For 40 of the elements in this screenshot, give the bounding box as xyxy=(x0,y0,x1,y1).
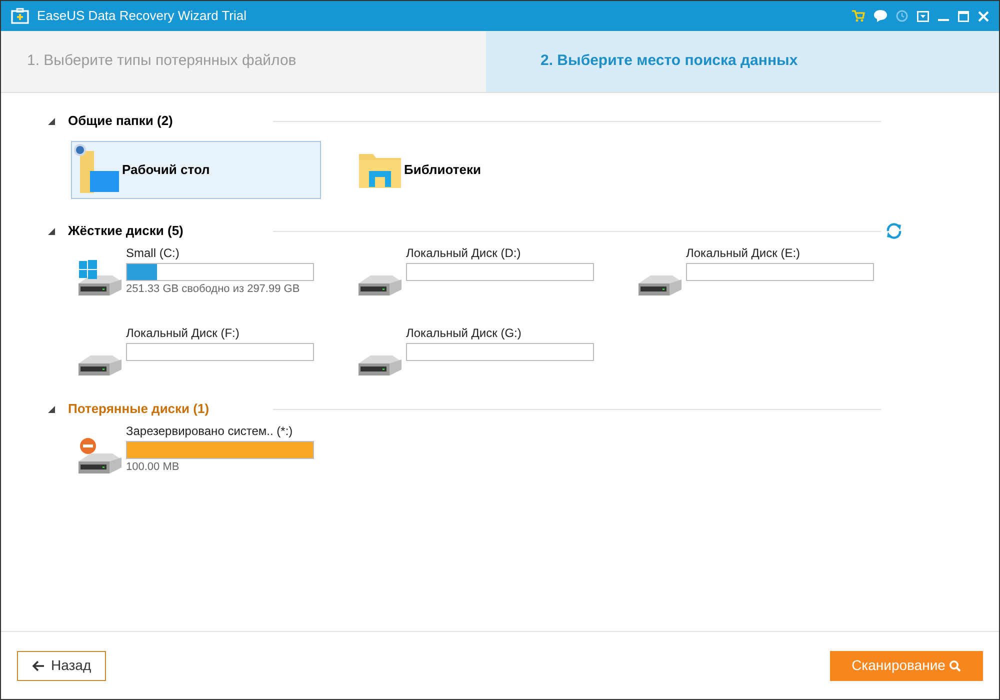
drive-label: Зарезервировано систем.. (*:) xyxy=(126,423,294,439)
medical-kit-icon xyxy=(11,8,29,24)
hard-drive-icon xyxy=(358,275,402,296)
dropdown-menu-icon[interactable] xyxy=(917,10,929,22)
left-arrow-icon xyxy=(32,660,45,672)
section-heading: Жёсткие диски (5) xyxy=(68,222,184,240)
expanded-triangle-icon[interactable] xyxy=(48,118,55,124)
history-icon[interactable] xyxy=(896,10,908,22)
selected-radio-icon xyxy=(74,144,86,156)
section-heading: Потерянные диски (1) xyxy=(68,400,210,418)
wizard-step: 1. Выберите типы потерянных файлов xyxy=(1,31,486,92)
drive-label: Локальный Диск (F:) xyxy=(126,325,240,341)
expanded-triangle-icon[interactable] xyxy=(48,228,55,234)
cart-icon[interactable] xyxy=(852,10,865,22)
drive-label: Small (C:) xyxy=(126,245,180,261)
drive-label: Локальный Диск (D:) xyxy=(406,245,522,261)
blocked-sign-icon xyxy=(80,438,96,454)
section-heading: Общие папки (2) xyxy=(68,112,174,130)
window-title: EaseUS Data Recovery Wizard Trial xyxy=(37,7,247,26)
back-button[interactable]: Назад xyxy=(17,650,106,680)
hard-drive-icon xyxy=(78,453,122,474)
chat-icon[interactable] xyxy=(874,10,887,22)
wizard-step: 2. Выберите место поиска данных xyxy=(486,31,999,92)
maximize-icon[interactable] xyxy=(958,10,969,22)
folder-item[interactable]: Библиотеки xyxy=(351,141,601,199)
expanded-triangle-icon[interactable] xyxy=(48,406,55,412)
hard-drive-icon xyxy=(638,275,682,296)
drive-info: 100.00 MB xyxy=(126,460,180,475)
drive-label: Локальный Диск (G:) xyxy=(406,325,522,341)
hard-drive-icon xyxy=(78,275,122,296)
library-folder-icon xyxy=(358,151,402,189)
refresh-icon[interactable] xyxy=(885,222,903,240)
hard-drive-icon xyxy=(358,355,402,376)
folder-item[interactable]: Рабочий стол xyxy=(71,141,321,199)
windows-logo-icon xyxy=(79,260,97,279)
drive-label: Локальный Диск (E:) xyxy=(686,245,802,261)
search-icon xyxy=(949,660,962,672)
hard-drive-icon xyxy=(78,355,122,376)
close-icon[interactable] xyxy=(978,10,989,22)
drive-info: 251.33 GB свободно из 297.99 GB xyxy=(126,282,301,297)
